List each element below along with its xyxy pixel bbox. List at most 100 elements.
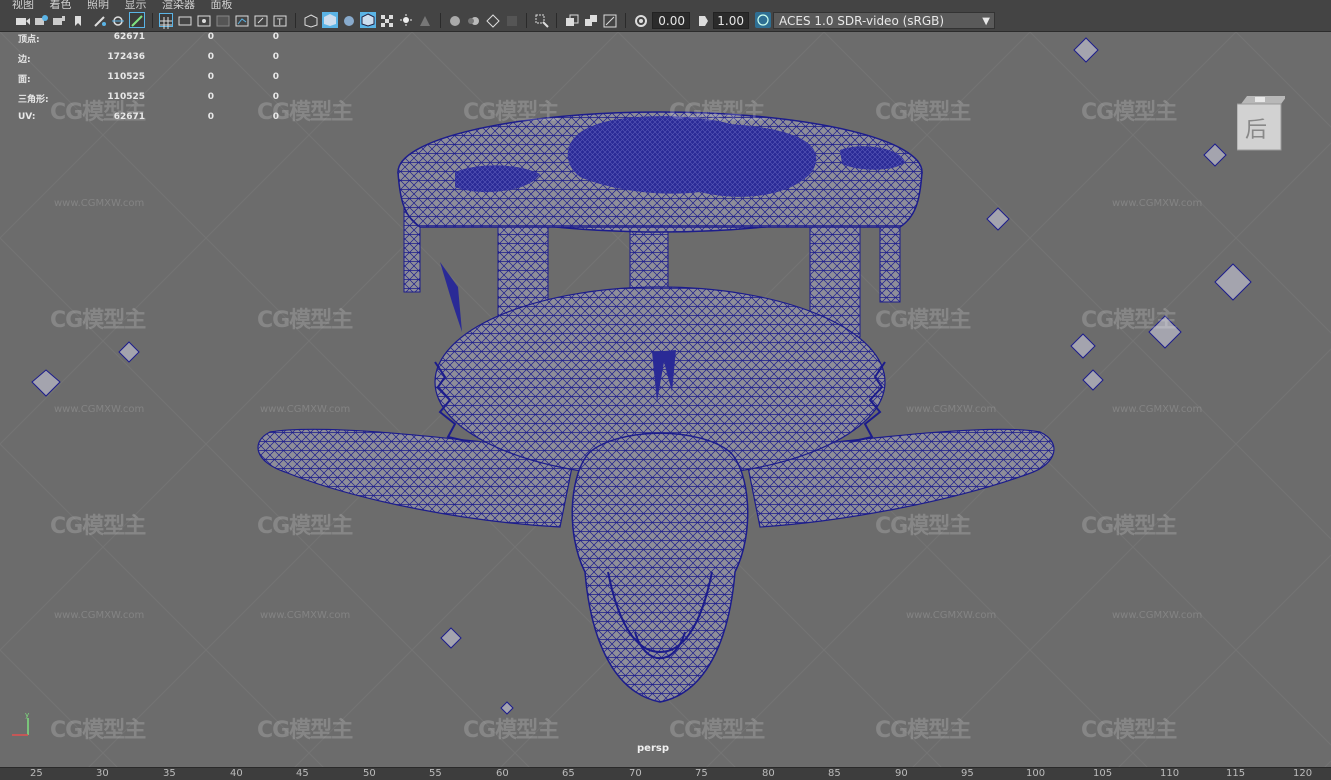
- viewport-scene: y: [0, 32, 1331, 767]
- gamma-icon[interactable]: [696, 13, 710, 27]
- xray-icon[interactable]: [565, 13, 579, 27]
- wireframe-icon[interactable]: [304, 13, 318, 28]
- timeline-tick: 75: [695, 768, 708, 779]
- timeline-tick: 90: [895, 768, 908, 779]
- ambient-occlusion-icon[interactable]: [448, 13, 462, 27]
- watermark: CG模型主: [463, 718, 559, 743]
- menu-shading[interactable]: 着色: [50, 0, 72, 9]
- hud-row-faces: 面: 110525 0 0: [18, 72, 279, 85]
- color-space-dropdown[interactable]: ACES 1.0 SDR-video (sRGB) ▼: [773, 12, 995, 29]
- menu-show[interactable]: 显示: [125, 0, 147, 9]
- watermark: CG模型主: [669, 718, 765, 743]
- bookmark-camera-icon[interactable]: [52, 13, 66, 27]
- watermark: CG模型主: [1081, 100, 1177, 125]
- watermark: CG模型主: [463, 100, 559, 125]
- watermark: CG模型主: [50, 718, 146, 743]
- timeline-tick: 85: [828, 768, 841, 779]
- film-gate-icon[interactable]: [178, 13, 192, 27]
- color-space-label: ACES 1.0 SDR-video (sRGB): [779, 14, 945, 28]
- camera-icon[interactable]: [15, 13, 31, 27]
- xray-joints-icon[interactable]: [603, 13, 617, 28]
- menu-lighting[interactable]: 照明: [87, 0, 109, 9]
- textured-icon[interactable]: [380, 13, 394, 27]
- timeline-tick: 110: [1160, 768, 1180, 779]
- lighting-icon[interactable]: [399, 13, 413, 27]
- gamma-field[interactable]: 1.00: [713, 12, 749, 29]
- watermark-url: www.CGMXW.com: [54, 198, 145, 209]
- field-chart-icon[interactable]: [235, 13, 249, 27]
- timeline-tick: 50: [363, 768, 376, 779]
- smooth-shade-icon[interactable]: [322, 12, 338, 28]
- timeline-tick: 80: [762, 768, 775, 779]
- image-plane-icon[interactable]: [111, 13, 125, 27]
- timeline-tick: 30: [96, 768, 109, 779]
- safe-title-icon[interactable]: T: [273, 13, 287, 28]
- time-slider[interactable]: 25 30 35 40 45 50 55 60 65 70 75 80 85 9…: [0, 767, 1331, 780]
- hud-row-edges: 边: 172436 0 0: [18, 52, 279, 65]
- menu-panels[interactable]: 面板: [211, 0, 233, 9]
- viewcube-face-label: 后: [1245, 118, 1268, 143]
- hud-row-vertices: 顶点: 62671 0 0: [18, 32, 279, 45]
- wireframe-on-shaded-icon[interactable]: [360, 12, 376, 28]
- default-material-icon[interactable]: [342, 13, 356, 27]
- chevron-down-icon: ▼: [982, 16, 990, 27]
- resolution-gate-icon[interactable]: [197, 13, 211, 27]
- anti-aliasing-icon[interactable]: [486, 13, 500, 28]
- safe-action-icon[interactable]: [254, 13, 268, 27]
- timeline-tick: 25: [30, 768, 43, 779]
- timeline-tick: 100: [1026, 768, 1046, 779]
- timeline-tick: 70: [629, 768, 642, 779]
- bookmark-icon[interactable]: [73, 13, 83, 27]
- svg-text:T: T: [276, 18, 283, 28]
- watermark: CG模型主: [1081, 718, 1177, 743]
- timeline-tick: 60: [496, 768, 509, 779]
- panel-toolbar: T 0.00 1.00 ACES 1.0 SDR-video (sRGB) ▼: [0, 9, 1331, 32]
- timeline-tick: 55: [429, 768, 442, 779]
- watermark-url: www.CGMXW.com: [906, 404, 997, 415]
- timeline-tick: 105: [1093, 768, 1113, 779]
- viewcube[interactable]: 后: [1236, 96, 1287, 151]
- hud-row-uvs: UV: 62671 0 0: [18, 112, 279, 122]
- camera-name-label: persp: [637, 743, 669, 754]
- timeline-tick: 95: [961, 768, 974, 779]
- watermark-url: www.CGMXW.com: [54, 610, 145, 621]
- timeline-tick: 45: [296, 768, 309, 779]
- watermark: CG模型主: [50, 308, 146, 333]
- timeline-tick: 65: [562, 768, 575, 779]
- watermark: CG模型主: [50, 514, 146, 539]
- grid-icon[interactable]: [159, 13, 173, 29]
- watermark: CG模型主: [669, 100, 765, 125]
- perspective-viewport[interactable]: y CG模型主 CG模型主 CG模型主 CG模型主 CG模型主 CG模型主 CG…: [0, 32, 1331, 767]
- shadows-icon[interactable]: [418, 13, 432, 27]
- watermark: CG模型主: [257, 514, 353, 539]
- xray-active-components-icon[interactable]: [584, 13, 598, 27]
- watermark-url: www.CGMXW.com: [1112, 610, 1203, 621]
- watermark-url: www.CGMXW.com: [906, 610, 997, 621]
- menu-view[interactable]: 视图: [12, 0, 34, 9]
- watermark-url: www.CGMXW.com: [54, 404, 145, 415]
- watermark-url: www.CGMXW.com: [1112, 404, 1203, 415]
- watermark: CG模型主: [875, 718, 971, 743]
- watermark-url: www.CGMXW.com: [260, 610, 351, 621]
- timeline-tick: 115: [1226, 768, 1246, 779]
- watermark: CG模型主: [875, 308, 971, 333]
- hud-row-triangles: 三角形: 110525 0 0: [18, 92, 279, 105]
- depth-of-field-icon[interactable]: [505, 13, 519, 27]
- pencil-tool-icon[interactable]: [129, 12, 145, 28]
- watermark-url: www.CGMXW.com: [1112, 198, 1203, 209]
- exposure-field[interactable]: 0.00: [652, 12, 690, 29]
- motion-blur-icon[interactable]: [467, 13, 481, 27]
- timeline-tick: 40: [230, 768, 243, 779]
- gate-mask-icon[interactable]: [216, 13, 230, 27]
- menu-renderer[interactable]: 渲染器: [162, 0, 195, 9]
- timeline-tick: 35: [163, 768, 176, 779]
- camera-attributes-icon[interactable]: [34, 13, 48, 27]
- exposure-icon[interactable]: [634, 13, 648, 27]
- view-transform-icon[interactable]: [755, 12, 771, 28]
- watermark-url: www.CGMXW.com: [260, 404, 351, 415]
- svg-text:y: y: [25, 711, 29, 719]
- grease-pencil-icon[interactable]: [93, 13, 107, 27]
- watermark: CG模型主: [1081, 514, 1177, 539]
- isolate-select-icon[interactable]: [535, 13, 549, 28]
- watermark: CG模型主: [257, 308, 353, 333]
